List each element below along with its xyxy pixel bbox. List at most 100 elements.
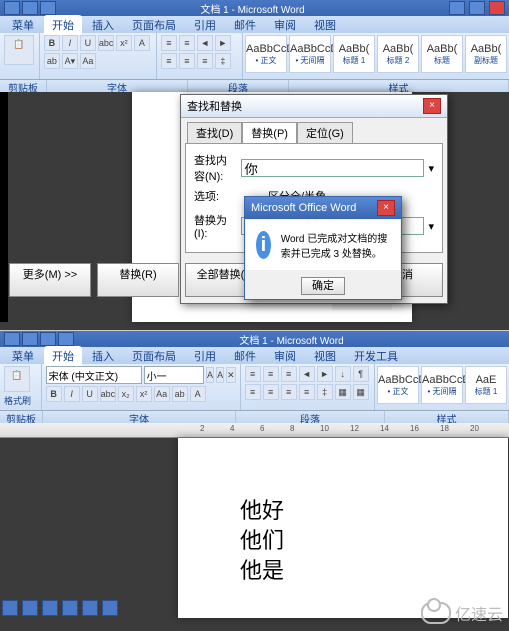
- tab-layout[interactable]: 页面布局: [124, 346, 184, 366]
- highlight-icon[interactable]: ab: [44, 53, 60, 69]
- format-painter[interactable]: 格式刷: [4, 394, 37, 407]
- line-spacing-icon[interactable]: ‡: [215, 53, 231, 69]
- footer-icon[interactable]: [2, 600, 18, 616]
- super-button[interactable]: x²: [116, 35, 132, 51]
- indent-dec-icon[interactable]: ◄: [299, 366, 315, 382]
- clear-format-icon[interactable]: ✕: [226, 367, 236, 383]
- bold-button[interactable]: B: [44, 35, 60, 51]
- paste-icon[interactable]: 📋: [4, 35, 34, 65]
- quick-access[interactable]: [4, 1, 56, 15]
- bullets-icon[interactable]: ≡: [161, 35, 177, 51]
- super-button[interactable]: x²: [136, 386, 152, 402]
- show-marks-icon[interactable]: ¶: [353, 366, 369, 382]
- footer-icon[interactable]: [22, 600, 38, 616]
- tab-home[interactable]: 开始: [44, 346, 82, 366]
- strike-button[interactable]: abc: [100, 386, 116, 402]
- change-case-icon[interactable]: Aa: [154, 386, 170, 402]
- footer-icon[interactable]: [42, 600, 58, 616]
- underline-button[interactable]: U: [82, 386, 98, 402]
- tab-mail[interactable]: 邮件: [226, 15, 264, 35]
- font-size-icon[interactable]: A▾: [62, 53, 78, 69]
- tab-mail[interactable]: 邮件: [226, 346, 264, 366]
- tab-view[interactable]: 视图: [306, 346, 344, 366]
- align-left-icon[interactable]: ≡: [161, 53, 177, 69]
- style-normal[interactable]: AaBbCcDd• 正文: [377, 366, 419, 404]
- align-left-icon[interactable]: ≡: [245, 384, 261, 400]
- font-size-select[interactable]: [144, 366, 204, 384]
- paste-icon[interactable]: 📋: [4, 366, 30, 392]
- tab-replace[interactable]: 替换(P): [242, 122, 297, 143]
- tab-find[interactable]: 查找(D): [187, 122, 242, 143]
- tab-references[interactable]: 引用: [186, 346, 224, 366]
- italic-button[interactable]: I: [62, 35, 78, 51]
- footer-icon[interactable]: [62, 600, 78, 616]
- style-h2[interactable]: AaBb(标题 2: [377, 35, 419, 73]
- style-normal[interactable]: AaBbCcDd• 正文: [245, 35, 287, 73]
- indent-inc-icon[interactable]: ►: [215, 35, 231, 51]
- line-spacing-icon[interactable]: ‡: [317, 384, 333, 400]
- tab-menu[interactable]: 菜单: [4, 15, 42, 35]
- dialog-title: 查找和替换: [187, 98, 423, 114]
- tab-dev[interactable]: 开发工具: [346, 346, 406, 366]
- replace-dropdown-icon[interactable]: ▾: [428, 220, 434, 233]
- grow-font-icon[interactable]: A: [206, 367, 214, 383]
- replace-button[interactable]: 替换(R): [97, 263, 179, 297]
- sort-icon[interactable]: ↓: [335, 366, 351, 382]
- style-h1[interactable]: AaBb(标题 1: [333, 35, 375, 73]
- shading-icon[interactable]: ▦: [335, 384, 351, 400]
- tab-insert[interactable]: 插入: [84, 15, 122, 35]
- numbering-icon[interactable]: ≡: [179, 35, 195, 51]
- highlight-icon[interactable]: ab: [172, 386, 188, 402]
- tab-home[interactable]: 开始: [44, 15, 82, 35]
- ruler[interactable]: 2 4 6 8 10 12 14 16 18 20: [0, 423, 509, 438]
- tab-review[interactable]: 审阅: [266, 15, 304, 35]
- shrink-font-icon[interactable]: A: [216, 367, 224, 383]
- multilevel-icon[interactable]: ≡: [281, 366, 297, 382]
- find-input[interactable]: [241, 159, 424, 177]
- tab-review[interactable]: 审阅: [266, 346, 304, 366]
- strike-button[interactable]: abc: [98, 35, 114, 51]
- ribbon-tabs: 菜单 开始 插入 页面布局 引用 邮件 审阅 视图 开发工具: [0, 347, 509, 364]
- clear-format-icon[interactable]: Aa: [80, 53, 96, 69]
- sub-button[interactable]: x₂: [118, 386, 134, 402]
- style-subtitle[interactable]: AaBb(副标题: [465, 35, 507, 73]
- borders-icon[interactable]: ▦: [353, 384, 369, 400]
- dialog-close-icon[interactable]: ×: [423, 98, 441, 114]
- font-color-icon[interactable]: A: [134, 35, 150, 51]
- tab-menu[interactable]: 菜单: [4, 346, 42, 366]
- minimize-button[interactable]: [449, 1, 465, 15]
- font-color-icon[interactable]: A: [190, 386, 206, 402]
- tab-layout[interactable]: 页面布局: [124, 15, 184, 35]
- underline-button[interactable]: U: [80, 35, 96, 51]
- ok-button[interactable]: 确定: [301, 277, 345, 295]
- style-title[interactable]: AaBb(标题: [421, 35, 463, 73]
- maximize-button[interactable]: [469, 1, 485, 15]
- tab-references[interactable]: 引用: [186, 15, 224, 35]
- align-center-icon[interactable]: ≡: [179, 53, 195, 69]
- align-right-icon[interactable]: ≡: [281, 384, 297, 400]
- align-center-icon[interactable]: ≡: [263, 384, 279, 400]
- close-button[interactable]: [489, 1, 505, 15]
- indent-inc-icon[interactable]: ►: [317, 366, 333, 382]
- align-justify-icon[interactable]: ≡: [299, 384, 315, 400]
- tab-insert[interactable]: 插入: [84, 346, 122, 366]
- find-dropdown-icon[interactable]: ▾: [428, 162, 434, 175]
- footer-icon[interactable]: [82, 600, 98, 616]
- msgbox-close-icon[interactable]: ×: [377, 200, 395, 216]
- align-right-icon[interactable]: ≡: [197, 53, 213, 69]
- tab-goto[interactable]: 定位(G): [297, 122, 353, 143]
- quick-access[interactable]: [4, 332, 74, 346]
- tab-view[interactable]: 视图: [306, 15, 344, 35]
- bold-button[interactable]: B: [46, 386, 62, 402]
- more-button[interactable]: 更多(M) >>: [9, 263, 91, 297]
- font-name-select[interactable]: [46, 366, 142, 384]
- style-nospace[interactable]: AaBbCcDd• 无间隔: [289, 35, 331, 73]
- italic-button[interactable]: I: [64, 386, 80, 402]
- indent-dec-icon[interactable]: ◄: [197, 35, 213, 51]
- bullets-icon[interactable]: ≡: [245, 366, 261, 382]
- style-h1[interactable]: AaE标题 1: [465, 366, 507, 404]
- footer-icon[interactable]: [102, 600, 118, 616]
- style-nospace[interactable]: AaBbCcDd• 无间隔: [421, 366, 463, 404]
- numbering-icon[interactable]: ≡: [263, 366, 279, 382]
- document-page[interactable]: 他好 他们 他是: [178, 438, 508, 618]
